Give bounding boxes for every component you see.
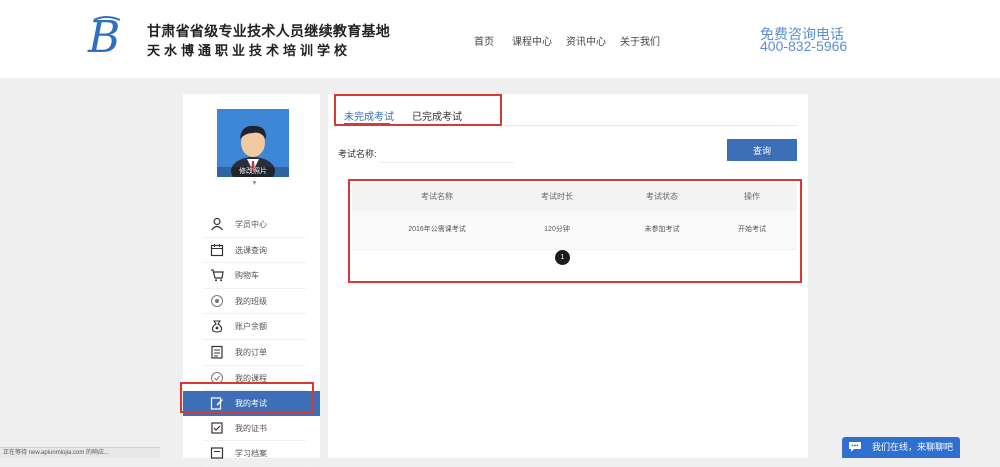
sidebar-item-label: 学员中心 [235, 220, 267, 229]
exam-panel: 未完成考试 已完成考试 考试名称: 查询 考试名称 考试时长 考试状态 操作 2… [328, 94, 808, 458]
order-icon [211, 345, 223, 359]
column-header-duration: 考试时长 [541, 192, 573, 201]
sidebar-item-label: 我的订单 [235, 347, 267, 357]
sidebar-item-label: 我的班级 [235, 296, 267, 306]
brand-title: 甘肃省省级专业技术人员继续教育基地 [147, 24, 391, 40]
nav-news[interactable]: 资讯中心 [566, 33, 606, 48]
exam-table: 考试名称 考试时长 考试状态 操作 2016年公需课考试 120分钟 未参加考试… [352, 183, 797, 250]
sidebar-item-label: 我的证书 [235, 423, 267, 433]
tabs-divider [338, 125, 798, 126]
sidebar-item-label: 购物车 [235, 271, 259, 281]
sidebar-item-archive[interactable]: 学习档案 [203, 441, 306, 467]
sidebar-item-balance[interactable]: 账户余额 [203, 314, 306, 340]
certificate-icon [211, 422, 223, 434]
exam-name-input[interactable] [380, 142, 514, 163]
tab-finished-exams[interactable]: 已完成考试 [412, 108, 462, 123]
wallet-icon [211, 320, 223, 333]
sidebar-item-my-exams[interactable]: 我的考试 [183, 391, 320, 416]
sidebar-item-label: 我的课程 [235, 373, 267, 383]
page-1-button[interactable]: 1 [555, 250, 570, 265]
tab-unfinished-exams[interactable]: 未完成考试 [344, 108, 394, 123]
sidebar-item-student-center[interactable]: 学员中心 [203, 212, 306, 238]
chat-label: 我们在线，来聊聊吧 [872, 442, 954, 452]
course-icon [211, 371, 223, 384]
sidebar-item-cart[interactable]: 购物车 [203, 263, 306, 289]
sidebar-item-course-selection[interactable]: 选课查询 [203, 238, 306, 264]
sidebar-item-my-courses[interactable]: 我的课程 [203, 366, 306, 392]
avatar[interactable]: 修改照片 [217, 109, 289, 177]
start-exam-link[interactable]: 开始考试 [697, 211, 807, 249]
online-chat-button[interactable]: 我们在线，来聊聊吧 [842, 437, 960, 458]
calendar-icon [210, 243, 224, 256]
nav-home[interactable]: 首页 [474, 33, 494, 48]
sidebar-item-label: 我的考试 [235, 399, 267, 409]
column-header-exam-name: 考试名称 [421, 192, 453, 201]
exam-icon [210, 397, 223, 410]
class-icon [211, 294, 223, 307]
sidebar-item-label: 账户余额 [235, 322, 267, 332]
sidebar-item-label: 选课查询 [235, 245, 267, 255]
school-logo-icon[interactable]: B [86, 12, 126, 60]
nav-courses[interactable]: 课程中心 [512, 33, 552, 48]
brand-subtitle: 天水博通职业技术培训学校 [147, 44, 352, 59]
exam-name-label: 考试名称: [338, 149, 377, 159]
table-header: 考试名称 考试时长 考试状态 操作 [352, 183, 797, 211]
sidebar-item-certificates[interactable]: 我的证书 [203, 416, 306, 442]
site-header: B 甘肃省省级专业技术人员继续教育基地 天水博通职业技术培训学校 首页 课程中心… [0, 0, 1000, 78]
user-icon [211, 217, 223, 231]
phone-number: 400-832-5966 [760, 38, 848, 54]
sidebar-item-my-class[interactable]: 我的班级 [203, 289, 306, 315]
chat-bubble-icon [849, 442, 861, 452]
chevron-down-icon[interactable]: ▼ [251, 180, 258, 187]
browser-status-bar: 正在等待 new.apiunmiojia.com 的响应... [0, 447, 160, 458]
exam-name-cell: 2016年公需课考试 [408, 226, 466, 233]
sidebar: 修改照片 ▼ 学员中心 选课查询 购物车 我的班级 账户余额 我的订单 我的课程… [183, 94, 320, 467]
column-header-action: 操作 [744, 192, 760, 201]
sidebar-item-orders[interactable]: 我的订单 [203, 340, 306, 366]
duration-cell: 120分钟 [544, 226, 570, 233]
cart-icon [211, 269, 224, 282]
sidebar-menu: 学员中心 选课查询 购物车 我的班级 账户余额 我的订单 我的课程 我的考试 我… [183, 212, 320, 467]
table-row: 2016年公需课考试 120分钟 未参加考试 开始考试 [352, 211, 797, 250]
archive-icon [210, 447, 224, 459]
nav-about[interactable]: 关于我们 [620, 33, 660, 48]
change-photo-link[interactable]: 修改照片 [217, 167, 289, 177]
query-button[interactable]: 查询 [727, 139, 797, 161]
